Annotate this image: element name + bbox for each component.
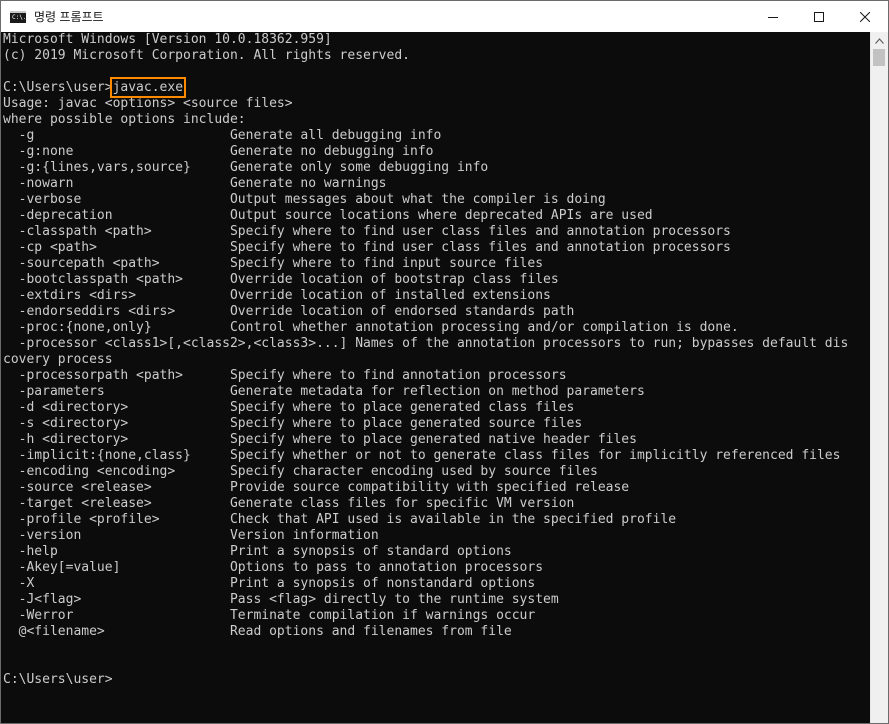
console-line: -extdirs <dirs> Override location of ins… bbox=[3, 288, 551, 303]
console-line: -parameters Generate metadata for reflec… bbox=[3, 384, 645, 399]
maximize-icon bbox=[814, 11, 824, 22]
vertical-scrollbar[interactable] bbox=[870, 32, 888, 723]
console-line: -processorpath <path> Specify where to f… bbox=[3, 368, 567, 383]
console-line: @<filename> Read options and filenames f… bbox=[3, 624, 512, 639]
console-line: -help Print a synopsis of standard optio… bbox=[3, 544, 512, 559]
console-line: -J<flag> Pass <flag> directly to the run… bbox=[3, 592, 559, 607]
close-icon bbox=[860, 11, 870, 22]
console-line: -version Version information bbox=[3, 528, 379, 543]
command-prompt-window: C:\. 명령 프롬프트 Microsoft Windows [Version … bbox=[0, 0, 889, 724]
console-line: -processor <class1>[,<class2>,<class3>..… bbox=[3, 336, 849, 351]
console-line: C:\Users\user> bbox=[3, 672, 113, 687]
close-button[interactable] bbox=[842, 1, 888, 32]
console-line: -target <release> Generate class files f… bbox=[3, 496, 575, 511]
console-line: -g:{lines,vars,source} Generate only som… bbox=[3, 160, 489, 175]
console-line: -encoding <encoding> Specify character e… bbox=[3, 464, 598, 479]
highlighted-command: javac.exe bbox=[109, 77, 187, 98]
scroll-thumb[interactable] bbox=[873, 49, 885, 66]
console-line: covery process bbox=[3, 352, 113, 367]
maximize-button[interactable] bbox=[796, 1, 842, 32]
console-line: -Akey[=value] Options to pass to annotat… bbox=[3, 560, 544, 575]
console-line: -proc:{none,only} Control whether annota… bbox=[3, 320, 739, 335]
minimize-icon bbox=[768, 16, 778, 18]
console-line: -classpath <path> Specify where to find … bbox=[3, 224, 731, 239]
console-line: -nowarn Generate no warnings bbox=[3, 176, 387, 191]
console-line: -sourcepath <path> Specify where to find… bbox=[3, 256, 544, 271]
window-title: 명령 프롬프트 bbox=[34, 10, 104, 24]
cmd-icon-label: C:\. bbox=[12, 13, 27, 21]
console-line: where possible options include: bbox=[3, 112, 246, 127]
console-line: -verbose Output messages about what the … bbox=[3, 192, 606, 207]
console-line: -h <directory> Specify where to place ge… bbox=[3, 432, 637, 447]
command-line: C:\Users\user>javac.exe bbox=[3, 77, 848, 98]
title-bar[interactable]: C:\. 명령 프롬프트 bbox=[1, 1, 888, 32]
console-line: -g:none Generate no debugging info bbox=[3, 144, 434, 159]
console-line: -source <release> Provide source compati… bbox=[3, 480, 630, 495]
console-line: -endorseddirs <dirs> Override location o… bbox=[3, 304, 575, 319]
console-line: -g Generate all debugging info bbox=[3, 128, 442, 143]
console-line: (c) 2019 Microsoft Corporation. All righ… bbox=[3, 48, 410, 63]
console-line: -profile <profile> Check that API used i… bbox=[3, 512, 677, 527]
cmd-app-icon[interactable]: C:\. bbox=[10, 10, 27, 23]
console-line: -d <directory> Specify where to place ge… bbox=[3, 400, 575, 415]
console-output: Microsoft Windows [Version 10.0.18362.95… bbox=[3, 32, 848, 688]
chevron-up-icon bbox=[875, 37, 884, 44]
minimize-button[interactable] bbox=[750, 1, 796, 32]
console-line: Usage: javac <options> <source files> bbox=[3, 96, 293, 111]
console-line: -bootclasspath <path> Override location … bbox=[3, 272, 559, 287]
console-line: -cp <path> Specify where to find user cl… bbox=[3, 240, 731, 255]
prompt-text: C:\Users\user> bbox=[3, 80, 113, 95]
window-controls bbox=[750, 1, 888, 32]
console-line: -s <directory> Specify where to place ge… bbox=[3, 416, 583, 431]
console-line: -implicit:{none,class} Specify whether o… bbox=[3, 448, 841, 463]
console-line: Microsoft Windows [Version 10.0.18362.95… bbox=[3, 32, 332, 47]
console-line: -deprecation Output source locations whe… bbox=[3, 208, 653, 223]
console-area[interactable]: Microsoft Windows [Version 10.0.18362.95… bbox=[1, 32, 871, 723]
console-line: -Werror Terminate compilation if warning… bbox=[3, 608, 536, 623]
scroll-up-button[interactable] bbox=[871, 32, 888, 49]
console-line: -X Print a synopsis of nonstandard optio… bbox=[3, 576, 536, 591]
